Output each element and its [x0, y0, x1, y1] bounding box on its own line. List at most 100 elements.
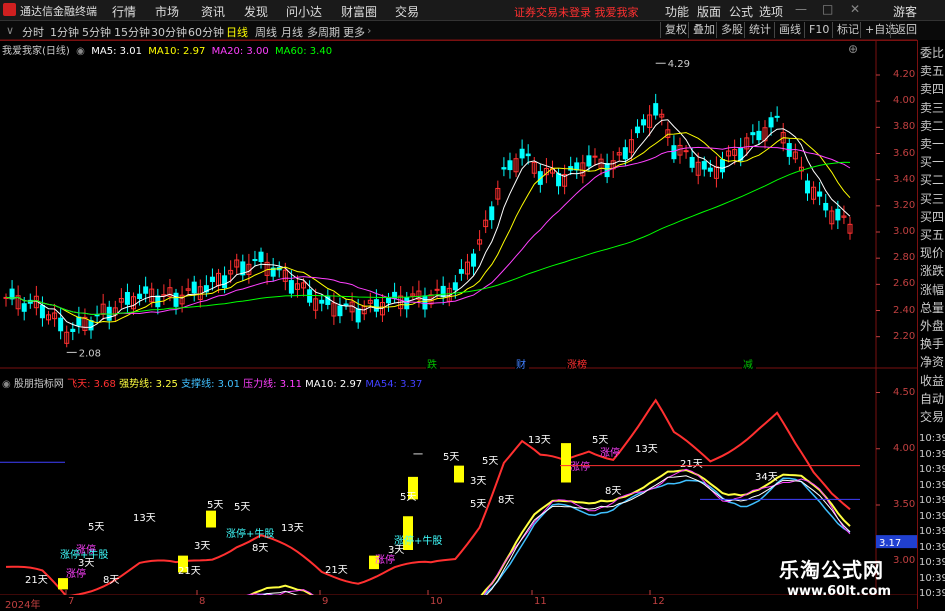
side-panel-label[interactable]: 委比	[920, 46, 944, 60]
candle-body	[634, 126, 640, 134]
side-panel-label[interactable]: 卖一	[920, 137, 944, 151]
side-panel-label[interactable]: 现价	[920, 246, 944, 260]
y-tick-label: 4.00	[893, 95, 916, 107]
candle-body	[452, 282, 458, 291]
candle-body	[507, 160, 513, 171]
side-panel-label[interactable]: 涨跌	[920, 264, 944, 278]
side-panel-label[interactable]: 买一	[920, 155, 944, 169]
candle-body	[823, 202, 829, 211]
annotation-label: 5天	[470, 499, 486, 510]
side-panel-label[interactable]: 买三	[920, 192, 944, 206]
y-tick-label: 2.40	[893, 304, 916, 316]
candle-body	[701, 161, 707, 170]
candle-body	[750, 132, 756, 136]
candle-body	[756, 130, 762, 141]
y-tick-label: 3.00	[893, 226, 916, 237]
side-panel-label[interactable]: 交易	[920, 410, 944, 424]
candle-body	[343, 303, 349, 306]
side-panel-label[interactable]: 买四	[920, 210, 944, 224]
side-panel-label[interactable]: 买五	[920, 228, 944, 242]
x-tick-label: 11	[534, 596, 547, 607]
candle-body	[143, 286, 149, 294]
candle-body	[574, 162, 580, 171]
side-panel-time: 10:39	[919, 526, 945, 537]
candle-body	[774, 115, 780, 118]
side-panel-time: 10:39	[919, 479, 945, 491]
side-panel-label[interactable]: 外盘	[920, 319, 944, 333]
event-marker: 减	[743, 359, 753, 371]
y-tick-label: 4.20	[893, 69, 916, 80]
high-label: 4.29	[668, 59, 690, 70]
candle-body	[501, 167, 507, 170]
annotation-label: 5天	[207, 500, 223, 511]
side-panel-time: 10:39	[919, 448, 945, 460]
side-panel-label[interactable]: 净资	[920, 355, 944, 369]
candle-body	[319, 299, 325, 304]
indicator-settings-icon[interactable]: ◉	[2, 379, 14, 390]
candle-body	[124, 292, 130, 305]
indicator-name: 股朋指标网	[13, 379, 64, 390]
annotation-label: 8天	[498, 495, 514, 506]
low-label: 2.08	[79, 348, 101, 359]
indicator-feitian: 飞天: 3.68	[67, 379, 116, 390]
candle-body	[689, 156, 695, 168]
candle-body	[422, 295, 428, 310]
side-panel-label[interactable]: 卖四	[920, 82, 944, 96]
candle-body	[768, 117, 774, 128]
annotation-label: 5天	[234, 502, 250, 513]
watermark-url: www.60lt.com	[787, 584, 892, 599]
candle-body	[440, 285, 446, 298]
candle-body	[76, 316, 82, 326]
y-tick-label: 3.20	[893, 199, 916, 211]
candle-body	[373, 299, 379, 312]
y-tick-label: 2.60	[893, 278, 916, 290]
indicator-support: 支撑线: 3.01	[181, 379, 240, 390]
side-panel-time: 10:39	[919, 495, 945, 506]
candle-body	[209, 276, 215, 283]
event-marker: 跌	[427, 358, 437, 371]
side-panel-label[interactable]: 收益	[920, 374, 944, 388]
x-tick-label: 9	[322, 596, 329, 607]
side-panel-label[interactable]: 卖二	[920, 119, 944, 133]
watermark: 乐淘公式网 www.60lt.com	[765, 552, 915, 607]
x-tick-label: 12	[652, 596, 665, 607]
candle-body	[88, 320, 94, 331]
annotation-label: 5天	[443, 452, 459, 463]
candle-body	[592, 155, 598, 158]
kline-chart[interactable]: 4.292.08跌财涨榜 减3.1721天涨停3天8天5天涨停13天21天3天5天…	[0, 0, 917, 595]
candle-body	[519, 148, 525, 159]
side-panel-time: 10:39	[919, 510, 945, 522]
annotation-label: 8天	[103, 575, 119, 586]
side-panel-label[interactable]: 卖三	[920, 101, 944, 115]
side-panel-time: 10:39	[919, 588, 945, 599]
side-panel-label[interactable]: 涨幅	[920, 283, 944, 297]
annotation-label: 3天	[470, 476, 486, 487]
annotation-label: 21天	[325, 565, 348, 576]
candle-body	[191, 281, 197, 294]
candle-body	[671, 145, 677, 160]
annotation-label: 5天	[482, 456, 498, 467]
candle-body	[817, 191, 823, 197]
candle-body	[39, 304, 45, 319]
current-value: 3.17	[879, 538, 901, 549]
side-panel-label[interactable]: 自动	[920, 392, 944, 406]
side-panel-time: 10:39	[919, 572, 945, 584]
annotation-label: 5天	[88, 522, 104, 533]
side-panel-label[interactable]: 换手	[920, 337, 944, 351]
candle-body	[288, 280, 294, 294]
candle-body	[94, 314, 100, 317]
annotation-label: 13天	[133, 513, 156, 524]
candle-body	[434, 288, 440, 291]
annotation-label: 8天	[605, 486, 621, 497]
side-panel-label[interactable]: 卖五	[920, 64, 944, 78]
annotation-label: 21天	[25, 575, 48, 586]
indicator-legend: ◉ 股朋指标网 飞天: 3.68 强势线: 3.25 支撑线: 3.01 压力线…	[2, 375, 422, 390]
annotation-label: 5天	[400, 492, 416, 503]
side-panel-time: 10:39	[919, 557, 945, 568]
feitian-line	[5, 398, 851, 595]
candle-body	[173, 292, 179, 307]
side-panel-label[interactable]: 总量	[920, 301, 944, 315]
side-panel-label[interactable]: 买二	[920, 173, 944, 187]
y-tick-label: 3.60	[893, 147, 916, 159]
candle-body	[58, 317, 64, 332]
